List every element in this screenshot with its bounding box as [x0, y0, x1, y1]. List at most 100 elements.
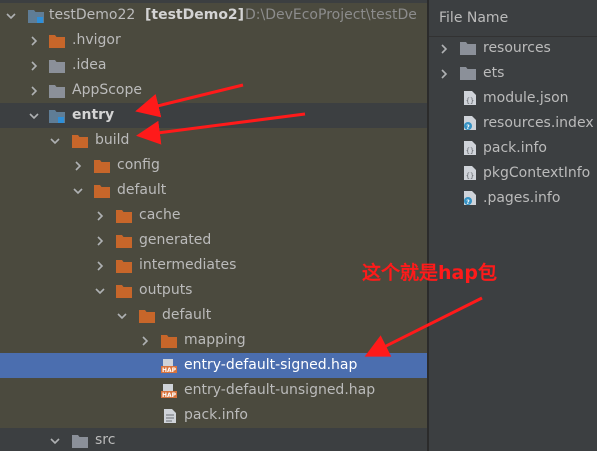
chevron-right-icon[interactable] — [439, 44, 449, 54]
chevron-down-icon[interactable] — [29, 111, 39, 121]
tree-row-cache[interactable]: cache — [0, 203, 427, 228]
chevron-right-icon[interactable] — [95, 236, 105, 246]
tree-row-root[interactable]: testDemo22 [testDemo2] D:\DevEcoProject\… — [0, 3, 427, 28]
svg-text:HAP: HAP — [162, 367, 177, 373]
folder-icon — [116, 285, 132, 298]
file-list-panel: File Name resources ets {} module.json ?… — [429, 0, 597, 451]
folder-icon — [94, 160, 110, 173]
chevron-down-icon[interactable] — [6, 11, 16, 21]
tree-row-unsigned-hap[interactable]: HAP entry-default-unsigned.hap — [0, 378, 427, 403]
chevron-down-icon[interactable] — [117, 311, 127, 321]
file-row-pages-info[interactable]: ? .pages.info — [429, 186, 597, 211]
tree-row-entry[interactable]: entry — [0, 103, 427, 128]
folder-icon — [161, 335, 177, 348]
chevron-right-icon[interactable] — [29, 61, 39, 71]
folder-icon — [139, 310, 155, 323]
tree-item-label: intermediates — [139, 257, 237, 273]
root-module-name: [testDemo2] — [145, 7, 245, 23]
hap-file-icon: HAP — [161, 359, 177, 373]
unknown-file-icon: ? — [464, 191, 476, 205]
svg-text:{}: {} — [466, 147, 474, 155]
chevron-right-icon[interactable] — [73, 161, 83, 171]
folder-icon — [94, 185, 110, 198]
tree-item-label: cache — [139, 207, 181, 223]
svg-text:{}: {} — [466, 97, 474, 105]
tree-item-label: entry-default-signed.hap — [184, 357, 358, 373]
tree-item-label: entry-default-unsigned.hap — [184, 382, 376, 398]
chevron-right-icon[interactable] — [95, 261, 105, 271]
file-item-label: module.json — [483, 90, 569, 106]
folder-icon — [49, 85, 65, 98]
json-file-icon: {} — [464, 141, 476, 155]
tree-row-config[interactable]: config — [0, 153, 427, 178]
chevron-right-icon[interactable] — [29, 86, 39, 96]
file-item-label: resources.index — [483, 115, 594, 131]
file-row-pack-info[interactable]: {} pack.info — [429, 136, 597, 161]
svg-text:{}: {} — [466, 172, 474, 180]
folder-icon — [116, 210, 132, 223]
root-project-path: D:\DevEcoProject\testDe — [245, 7, 417, 23]
tree-row-signed-hap[interactable]: HAP entry-default-signed.hap — [0, 353, 427, 378]
tree-item-label: AppScope — [72, 82, 142, 98]
folder-icon — [460, 67, 476, 80]
tree-row-hvigor[interactable]: .hvigor — [0, 28, 427, 53]
file-row-ets[interactable]: ets — [429, 61, 597, 86]
file-row-pkgcontextinfo[interactable]: {} pkgContextInfo — [429, 161, 597, 186]
json-file-icon: {} — [464, 91, 476, 105]
module-folder-icon — [28, 10, 44, 23]
tree-item-label: config — [117, 157, 160, 173]
text-file-icon — [164, 409, 176, 423]
tree-item-label: pack.info — [184, 407, 248, 423]
hap-file-icon: HAP — [161, 384, 177, 398]
file-row-module-json[interactable]: {} module.json — [429, 86, 597, 111]
tree-item-label: default — [162, 307, 212, 323]
chevron-right-icon[interactable] — [140, 336, 150, 346]
chevron-down-icon[interactable] — [73, 186, 83, 196]
json-file-icon: {} — [464, 166, 476, 180]
tree-item-label: .hvigor — [72, 32, 121, 48]
folder-icon — [460, 42, 476, 55]
file-row-resources-index[interactable]: ? resources.index — [429, 111, 597, 136]
file-item-label: .pages.info — [483, 190, 561, 206]
tree-row-idea[interactable]: .idea — [0, 53, 427, 78]
file-item-label: pkgContextInfo — [483, 165, 591, 181]
tree-row-outputs-default[interactable]: default — [0, 303, 427, 328]
chevron-down-icon[interactable] — [95, 286, 105, 296]
module-folder-icon — [49, 110, 65, 123]
tree-row-generated[interactable]: generated — [0, 228, 427, 253]
file-name-column-header: File Name — [439, 10, 509, 26]
tree-item-label: build — [95, 132, 130, 148]
tree-item-label: entry — [72, 107, 115, 123]
chevron-right-icon[interactable] — [29, 36, 39, 46]
file-row-resources[interactable]: resources — [429, 36, 597, 61]
svg-text:?: ? — [466, 199, 470, 205]
tree-row-default[interactable]: default — [0, 178, 427, 203]
project-tree-panel: testDemo22 [testDemo2] D:\DevEcoProject\… — [0, 0, 427, 451]
file-item-label: pack.info — [483, 140, 547, 156]
root-project-name: testDemo22 — [49, 7, 136, 23]
chevron-down-icon[interactable] — [50, 136, 60, 146]
tree-item-label: mapping — [184, 332, 246, 348]
chevron-right-icon[interactable] — [439, 69, 449, 79]
folder-icon — [72, 435, 88, 448]
tree-item-label: outputs — [139, 282, 193, 298]
file-list-header[interactable]: File Name — [429, 0, 597, 37]
tree-item-label: default — [117, 182, 167, 198]
tree-row-build[interactable]: build — [0, 128, 427, 153]
tree-row-pack-info[interactable]: pack.info — [0, 403, 427, 428]
folder-icon — [72, 135, 88, 148]
folder-icon — [116, 260, 132, 273]
svg-text:HAP: HAP — [162, 392, 177, 398]
file-item-label: ets — [483, 65, 505, 81]
tree-row-mapping[interactable]: mapping — [0, 328, 427, 353]
tree-item-label: src — [95, 432, 116, 448]
chevron-down-icon[interactable] — [50, 436, 60, 446]
tree-row-src[interactable]: src — [0, 428, 427, 451]
tree-row-appscope[interactable]: AppScope — [0, 78, 427, 103]
folder-icon — [49, 60, 65, 73]
folder-icon — [116, 235, 132, 248]
tree-item-label: generated — [139, 232, 212, 248]
folder-icon — [49, 35, 65, 48]
tree-item-label: .idea — [72, 57, 107, 73]
chevron-right-icon[interactable] — [95, 211, 105, 221]
